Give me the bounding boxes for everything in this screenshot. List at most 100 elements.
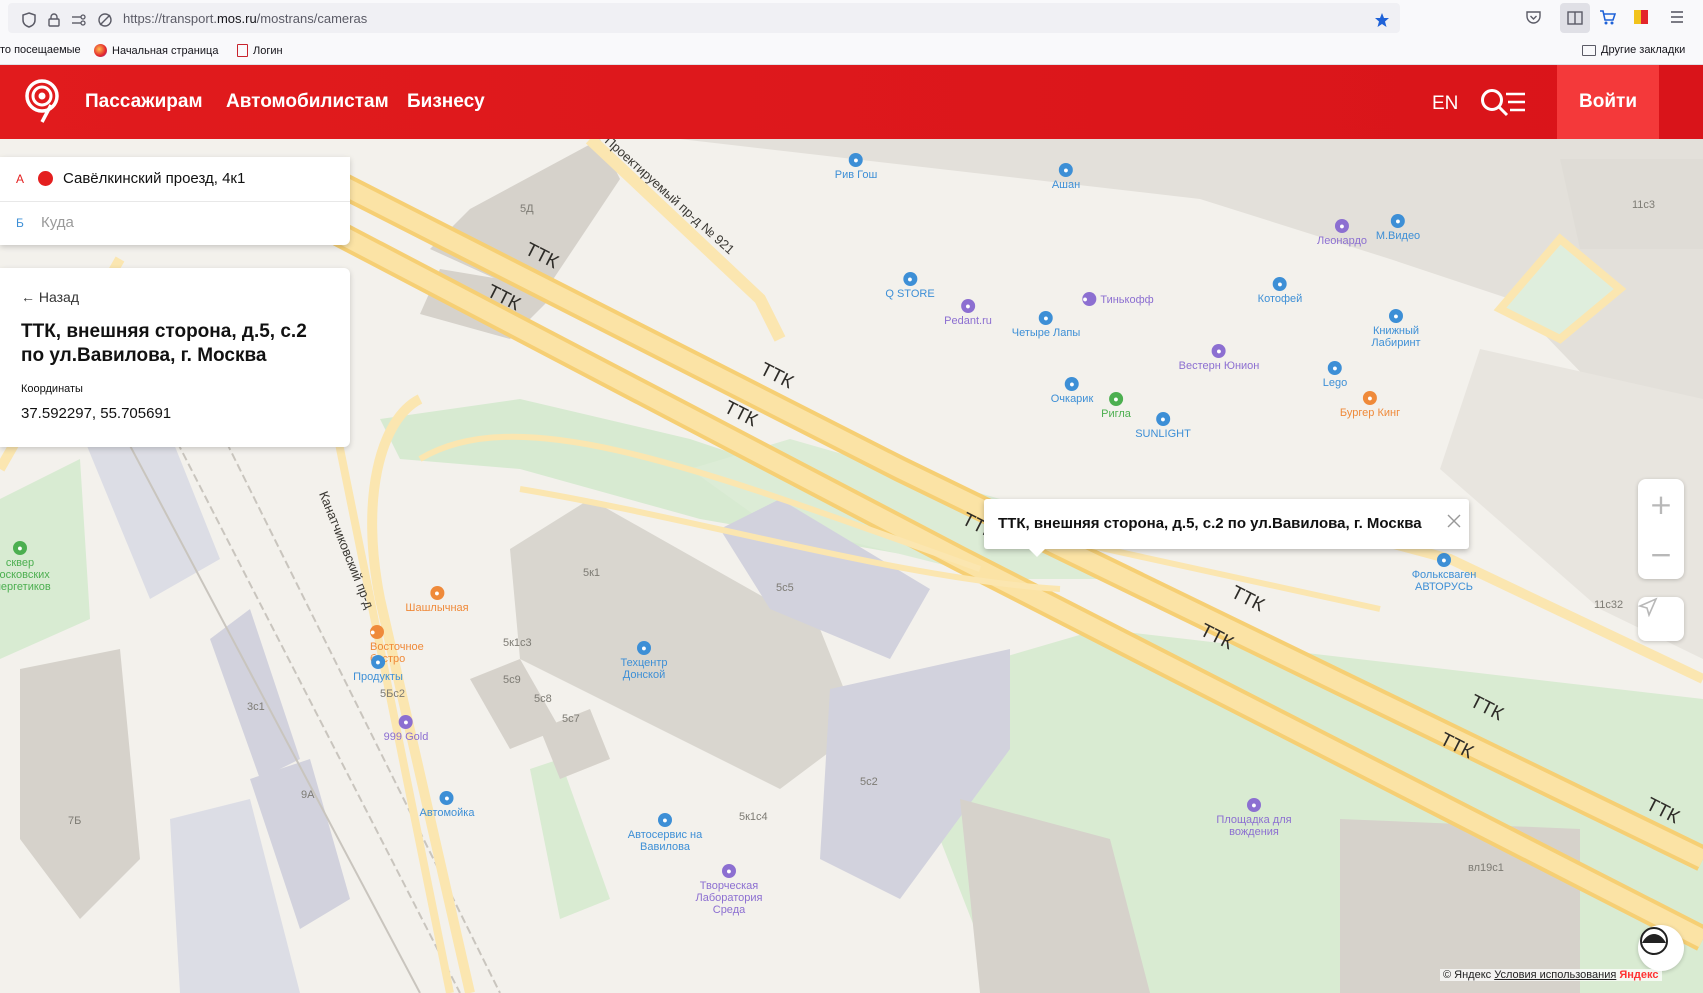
zoom-control: + − [1638, 479, 1684, 579]
shield-icon[interactable] [20, 11, 38, 29]
folder-icon [1582, 44, 1596, 56]
cart-extension-icon[interactable] [1598, 8, 1616, 26]
building-label: 5к1с3 [503, 637, 532, 649]
url-text: https://transport.mos.ru/mostrans/camera… [123, 11, 368, 26]
geolocation-button[interactable] [1638, 597, 1684, 641]
back-link[interactable]: ← Назад [21, 289, 79, 305]
tree-icon: ● [13, 541, 27, 555]
camera-title-line2: по ул.Вавилова, г. Москва [21, 345, 267, 366]
coords-label: Координаты [21, 383, 83, 395]
building-label: 5с5 [776, 582, 794, 594]
login-button[interactable]: Войти [1557, 65, 1659, 139]
route-to-placeholder[interactable]: Куда [41, 214, 74, 231]
poi-pedant[interactable]: ● Pedant.ru [944, 299, 992, 327]
car-icon: ● [1437, 553, 1451, 567]
poi-ploshchadka[interactable]: ● Площадка для вождения [1209, 798, 1299, 838]
poi-qstore[interactable]: ● Q STORE [885, 272, 935, 300]
bookmark-other[interactable]: Другие закладки [1582, 44, 1685, 56]
poi-mvideo[interactable]: ● М.Видео [1376, 214, 1420, 242]
zoom-out-button[interactable]: − [1638, 529, 1684, 579]
poi-skver[interactable]: ●сквер Московских энергетиков [0, 541, 55, 593]
poi-western-union[interactable]: ● Вестерн Юнион [1179, 344, 1259, 372]
poi-burger-king[interactable]: ● Бургер Кинг [1340, 391, 1400, 419]
popup-tail [1029, 549, 1045, 557]
bag-icon: ● [848, 153, 863, 167]
poi-tvorcheskaya-laboratoriya[interactable]: ● Творческая Лаборатория Среда [679, 864, 779, 916]
popup-text: ТТК, внешняя сторона, д.5, с.2 по ул.Вав… [998, 515, 1422, 532]
poi-ochkarik[interactable]: ● Очкарик [1051, 377, 1093, 405]
page-icon [237, 44, 248, 57]
poi-chetyre-lapy[interactable]: ● Четыре Лапы [1012, 311, 1080, 339]
shoe-icon: ● [1272, 277, 1287, 291]
cart-icon: ● [370, 655, 385, 669]
bag-icon: ● [1390, 214, 1405, 228]
route-letter-b: Б [16, 215, 24, 230]
poi-rigla[interactable]: ● Ригла [1101, 392, 1131, 420]
poi-leonardo[interactable]: ● Леонардо [1317, 219, 1367, 247]
poi-produkty[interactable]: ● Продукты [353, 655, 403, 683]
pocket-icon[interactable] [1524, 8, 1542, 26]
permissions-icon[interactable] [70, 11, 88, 29]
building-label: 9А [301, 789, 315, 801]
nav-business[interactable]: Бизнесу [407, 91, 485, 113]
building-label: 5с8 [534, 693, 552, 705]
building-label: 3с1 [247, 701, 265, 713]
route-panel: А Савёлкинский проезд, 4к1 Б Куда [0, 157, 350, 245]
pharmacy-icon: ● [1108, 392, 1123, 406]
bookmark-login[interactable]: Логин [237, 44, 283, 57]
poi-999-gold[interactable]: ● 999 Gold [384, 715, 428, 743]
language-switch[interactable]: EN [1432, 93, 1458, 115]
building-label: 5с7 [562, 713, 580, 725]
bookmark-home-page[interactable]: Начальная страница [94, 44, 218, 57]
yandex-maps-button[interactable] [1638, 925, 1684, 971]
camera-info-card: ← Назад ТТК, внешняя сторона, д.5, с.2 п… [0, 268, 350, 447]
food-icon: ● [429, 586, 444, 600]
phone-icon: ● [960, 299, 975, 313]
poi-shashlychnaya[interactable]: ● Шашлычная [405, 586, 469, 614]
close-icon[interactable] [1446, 513, 1462, 529]
reader-view-icon[interactable] [1560, 3, 1590, 33]
building-label: вл19с1 [1468, 862, 1504, 874]
bookmark-star-icon[interactable] [1373, 11, 1391, 29]
camera-popup: ТТК, внешняя сторона, д.5, с.2 по ул.Вав… [984, 499, 1469, 557]
poi-kotofey[interactable]: ● Котофей [1258, 277, 1302, 305]
poi-riv-gosh[interactable]: ● Рив Гош [835, 153, 877, 181]
lock-icon[interactable] [45, 11, 63, 29]
terms-link[interactable]: Условия использования [1494, 969, 1616, 981]
flag-extension-icon[interactable] [1632, 8, 1650, 26]
url-bar[interactable]: https://transport.mos.ru/mostrans/camera… [8, 3, 1400, 33]
poi-auchan[interactable]: ● Ашан [1052, 163, 1080, 191]
poi-volkswagen[interactable]: ● Фольксваген АВТОРУСЬ [1404, 553, 1484, 593]
search-menu-icon[interactable] [1480, 88, 1528, 118]
bookmark-most-visited[interactable]: то посещаемые [0, 44, 81, 56]
jewel-icon: ● [1156, 412, 1170, 426]
mostrans-logo-icon[interactable] [22, 78, 62, 124]
poi-sunlight[interactable]: ● SUNLIGHT [1135, 412, 1191, 440]
poi-avtoservis[interactable]: ● Автосервис на Вавилова [615, 813, 715, 853]
tracking-off-icon[interactable] [96, 11, 114, 29]
car-icon: ● [658, 813, 672, 827]
route-to-field[interactable]: Б Куда [16, 214, 74, 231]
poi-knizhny-labirint[interactable]: ● Книжный Лабиринт [1361, 309, 1431, 349]
car-icon: ● [637, 641, 651, 655]
toy-icon: ● [1327, 361, 1342, 375]
money-icon: ● [1211, 344, 1226, 358]
site-header: Пассажирам Автомобилистам Бизнесу EN Вой… [0, 65, 1703, 139]
nav-motorists[interactable]: Автомобилистам [226, 91, 389, 113]
poi-avtomoyka[interactable]: ● Автомойка [420, 791, 474, 819]
building-label: 5с9 [503, 674, 521, 686]
poi-tekhcentr-donskoy[interactable]: ● Техцентр Донской [604, 641, 684, 681]
building-label: 5Бс2 [380, 688, 405, 700]
zoom-in-button[interactable]: + [1638, 479, 1684, 529]
route-letter-a: А [16, 171, 25, 186]
poi-lego[interactable]: ● Lego [1323, 361, 1347, 389]
poi-tinkoff[interactable]: ● Тинькофф [1082, 292, 1154, 308]
building-label: 11с32 [1594, 599, 1624, 611]
route-from-value: Савёлкинский проезд, 4к1 [63, 170, 246, 187]
app-menu-icon[interactable] [1668, 8, 1686, 26]
food-icon: ● [1363, 391, 1377, 405]
route-from-field[interactable]: А Савёлкинский проезд, 4к1 [16, 170, 245, 187]
food-icon: ● [370, 625, 384, 639]
nav-passengers[interactable]: Пассажирам [85, 91, 203, 113]
bag-icon: ● [903, 272, 917, 286]
